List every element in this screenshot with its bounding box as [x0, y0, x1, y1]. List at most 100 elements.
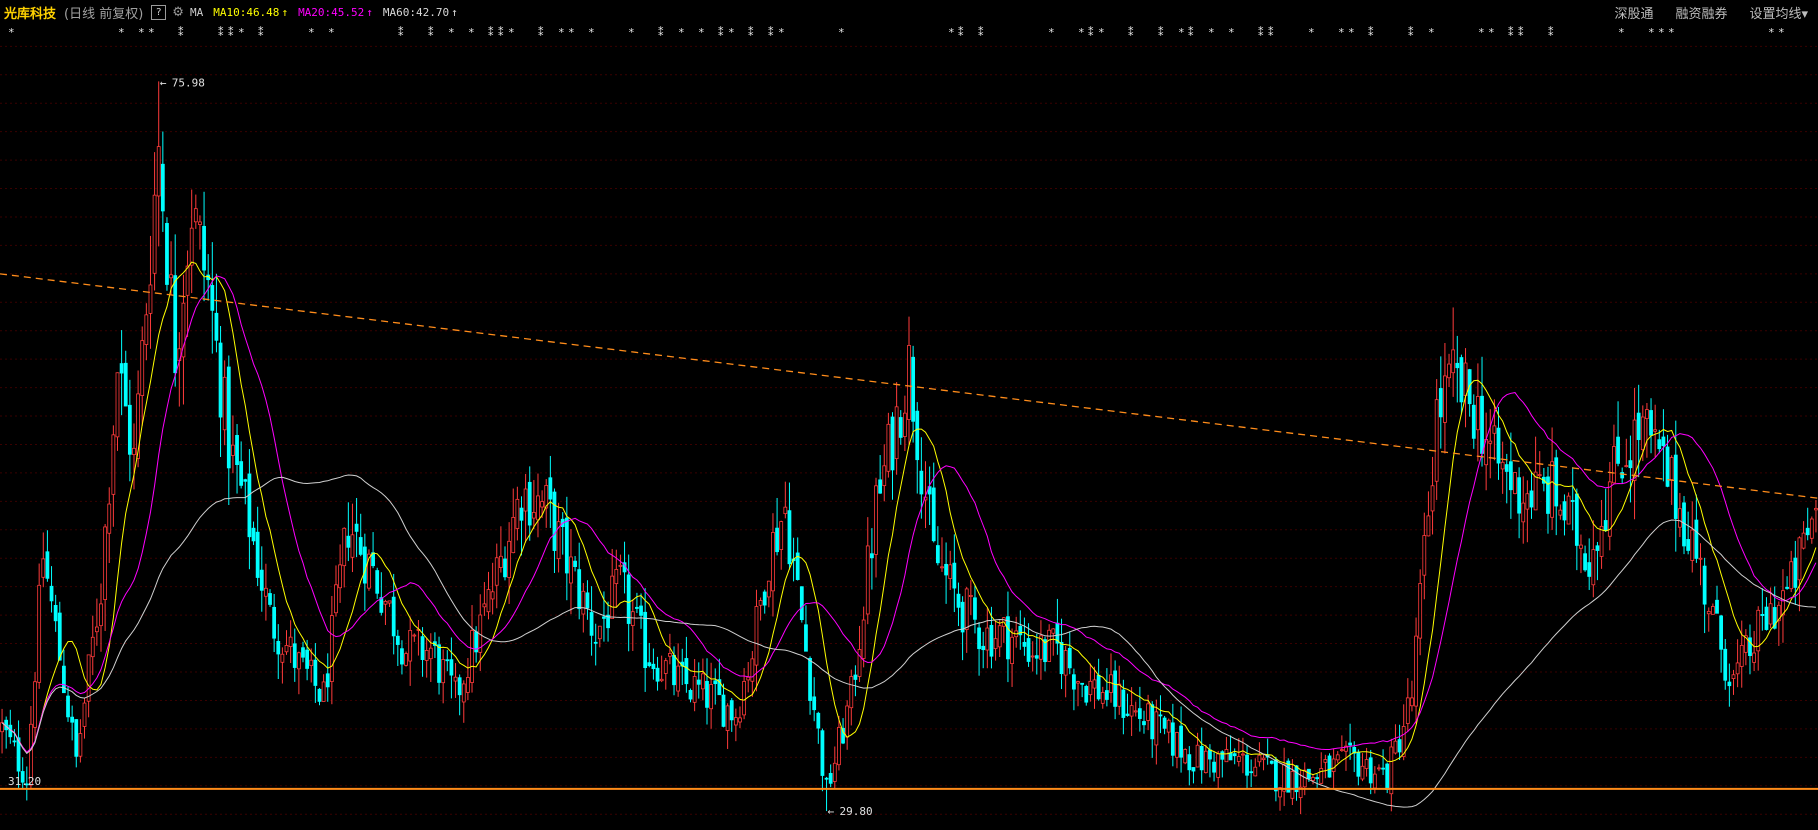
candle-body — [886, 423, 891, 472]
candle-body — [1579, 544, 1583, 549]
asterisk-marker-icon: * — [778, 26, 785, 39]
candle-body — [882, 465, 887, 487]
diamond-marker-icon: ⁑ — [538, 26, 544, 39]
asterisk-marker-icon: ⁑ — [398, 26, 404, 39]
candle-body — [375, 570, 380, 594]
candle-body — [1146, 703, 1150, 721]
candle-body — [692, 676, 697, 703]
candle-body — [746, 676, 751, 681]
candle-body — [993, 638, 998, 650]
candle-body — [1426, 515, 1431, 537]
diamond-marker-icon: * — [508, 26, 515, 39]
candle-body — [1191, 767, 1196, 772]
diamond-marker-icon: ⁑ — [428, 26, 434, 39]
candle-body — [1154, 711, 1159, 746]
asterisk-marker-icon: ⁑ — [1258, 26, 1264, 39]
candle-body — [775, 527, 779, 553]
candle-body — [441, 659, 446, 684]
asterisk-marker-icon: * — [678, 26, 685, 39]
diamond-marker-icon: * — [1488, 26, 1495, 39]
candle-body — [754, 606, 759, 666]
candle-body — [898, 417, 903, 438]
gear-icon[interactable]: ⚙ — [172, 5, 184, 20]
candle-body — [387, 600, 392, 604]
asterisk-marker-icon: * — [1178, 26, 1185, 39]
period-label[interactable]: (日线 前复权) — [64, 3, 143, 22]
stock-name[interactable]: 光库科技 — [4, 3, 56, 22]
candle-body — [111, 434, 116, 495]
chart-header: 光库科技 (日线 前复权) ? ⚙ MA MA10:46.48 ↑ MA20:45… — [0, 0, 1818, 24]
help-icon[interactable]: ? — [151, 4, 167, 20]
ma60-text: MA60:42.70 — [382, 5, 450, 19]
candle-body — [1628, 460, 1633, 469]
candle-body — [1104, 690, 1109, 700]
candle-body — [742, 681, 746, 716]
candle-body — [1006, 616, 1010, 660]
candle-body — [771, 532, 775, 592]
extreme-price-label: 29.80 — [840, 805, 873, 818]
candle-body — [1451, 349, 1456, 374]
ma10-value: MA10:46.48 ↑ — [213, 6, 288, 19]
candle-body — [408, 630, 413, 662]
candle-body — [968, 595, 973, 597]
diamond-marker-icon: ⁑ — [748, 26, 754, 39]
asterisk-marker-icon: ⁑ — [218, 26, 224, 39]
candle-body — [940, 566, 944, 569]
candle-body — [280, 653, 285, 663]
candle-body — [169, 274, 173, 279]
candle-body — [783, 506, 788, 515]
candle-body — [639, 605, 643, 616]
candle-body — [696, 679, 701, 685]
candle-body — [602, 616, 606, 619]
menu-margin-trading[interactable]: 融资融券 — [1675, 3, 1727, 22]
candle-body — [1550, 461, 1554, 518]
candle-body — [395, 635, 400, 645]
candle-body — [1562, 501, 1567, 521]
candle-body — [1257, 754, 1262, 763]
ma20-text: MA20:45.52 — [298, 5, 365, 19]
candle-body — [490, 591, 495, 600]
resistance-trendline — [0, 273, 1818, 499]
candle-body — [515, 498, 520, 529]
candle-body — [523, 488, 528, 512]
candlestick-chart[interactable]: ← 75.98 ← 29.80 31.20 — [0, 40, 1818, 830]
candle-body — [804, 624, 808, 652]
candle-body — [1603, 520, 1608, 531]
candle-body — [1224, 749, 1229, 763]
candle-body — [1459, 357, 1464, 403]
diamond-marker-icon: * — [948, 26, 955, 39]
candle-body — [874, 485, 878, 555]
diamond-marker-icon: * — [588, 26, 595, 39]
candle-body — [1785, 586, 1789, 589]
menu-ma-settings[interactable]: 设置均线▾ — [1749, 3, 1808, 22]
candle-body — [1286, 760, 1291, 793]
candle-body — [1137, 708, 1142, 719]
asterisk-marker-icon: ⁑ — [1408, 26, 1414, 39]
candle-body — [1574, 493, 1579, 546]
candle-body — [1496, 427, 1501, 464]
candle-body — [1492, 425, 1497, 434]
candle-body — [725, 705, 730, 731]
menu-shenzhen-connect[interactable]: 深股通 — [1614, 3, 1653, 22]
candle-body — [857, 649, 862, 677]
candle-body — [1261, 757, 1266, 761]
candle-body — [1389, 746, 1394, 795]
candle-body — [1690, 529, 1695, 561]
candle-body — [243, 479, 248, 482]
candle-body — [758, 600, 763, 606]
candle-body — [90, 636, 95, 658]
candle-body — [1372, 773, 1377, 789]
candle-body — [593, 641, 598, 644]
candle-body — [41, 558, 46, 578]
candle-body — [453, 676, 458, 682]
asterisk-marker-icon: * — [1618, 26, 1625, 39]
candle-body — [585, 592, 590, 609]
candle-body — [635, 606, 639, 609]
candle-body — [1702, 565, 1707, 605]
candle-body — [1067, 647, 1072, 669]
candle-body — [890, 416, 895, 471]
candle-body — [404, 653, 408, 666]
asterisk-marker-icon: * — [1048, 26, 1055, 39]
candle-body — [610, 575, 615, 619]
candle-body — [1422, 535, 1427, 576]
